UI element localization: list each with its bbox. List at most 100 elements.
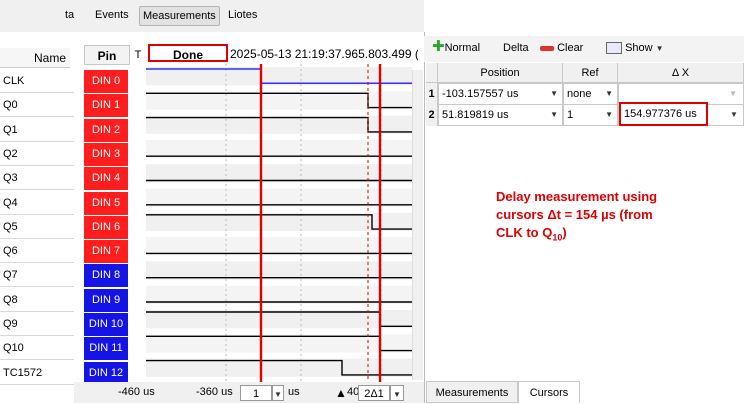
clear-button[interactable]: Clear xyxy=(540,40,583,56)
normal-label: Normal xyxy=(444,42,481,54)
signal-name-cell[interactable]: Q8 xyxy=(0,288,74,312)
zoom-spin-arrow[interactable]: ▼ xyxy=(272,385,284,401)
zoom-spinbox[interactable]: 1 xyxy=(240,385,272,401)
pin-cell[interactable]: DIN 6 xyxy=(84,216,128,239)
row-number: 2 xyxy=(426,104,438,126)
annotation-text: CLK to Q xyxy=(496,225,553,240)
ref-column-header[interactable]: Ref xyxy=(563,63,618,83)
pin-cell[interactable]: DIN 10 xyxy=(84,313,128,336)
signal-name-cell[interactable]: CLK xyxy=(0,69,74,93)
minus-icon xyxy=(540,45,554,51)
annotation-line-1: Delay measurement using xyxy=(496,189,658,204)
cursor-ref-select[interactable]: none ▼ xyxy=(563,83,618,105)
delay-annotation: Delay measurement using cursors Δt = 154… xyxy=(496,188,726,247)
tab-cursors[interactable]: Cursors xyxy=(518,381,580,403)
chevron-down-icon[interactable]: ▼ xyxy=(550,84,558,104)
annotation-text: ) xyxy=(562,225,567,240)
waveform-row-bg xyxy=(146,139,412,159)
signal-name-cell[interactable]: Q0 xyxy=(0,93,74,117)
cursor-position-value: -103.157557 us xyxy=(442,88,519,100)
chevron-down-icon: ▼ xyxy=(393,390,401,399)
tab-events[interactable]: Events xyxy=(92,6,132,24)
waveform-vertical-scrollbar[interactable] xyxy=(412,70,423,380)
chevron-down-icon[interactable]: ▼ xyxy=(730,110,738,119)
annotation-line-2: cursors Δt = 154 µs (from xyxy=(496,206,726,224)
show-label: Show xyxy=(625,42,653,54)
chevron-down-icon[interactable]: ▼ xyxy=(550,105,558,125)
chevron-down-icon: ▼ xyxy=(274,390,282,399)
delta-selector-arrow[interactable]: ▼ xyxy=(390,385,404,401)
waveform-area[interactable] xyxy=(146,64,412,382)
signal-name-cell[interactable]: Q4 xyxy=(0,191,74,215)
capture-timestamp: 2025-05-13 21:19:37.965.803.499 ( xyxy=(230,45,418,63)
cursor-ref-value: none xyxy=(567,88,592,100)
scale-label-mid: -360 us xyxy=(196,386,233,398)
pin-cell[interactable]: DIN 3 xyxy=(84,143,128,166)
cursor-position-field[interactable]: 51.819819 us ▼ xyxy=(438,104,563,126)
t-column-header[interactable]: T xyxy=(130,45,146,65)
pin-cell[interactable]: DIN 5 xyxy=(84,192,128,215)
annotation-subscript: 10 xyxy=(552,232,563,243)
scale-label-left: -460 us xyxy=(118,386,155,398)
signal-name-cell[interactable]: TC1572 xyxy=(0,361,74,385)
tab-data[interactable]: ta xyxy=(62,6,77,24)
waveform-row-bg xyxy=(146,310,412,329)
chevron-down-icon: ▼ xyxy=(655,44,664,53)
waveform-row-bg xyxy=(146,164,412,183)
pin-cell[interactable]: DIN 0 xyxy=(84,70,128,93)
cursor-position-field[interactable]: -103.157557 us ▼ xyxy=(438,83,563,105)
pin-cell[interactable]: DIN 8 xyxy=(84,264,128,287)
cursor-position-value: 51.819819 us xyxy=(442,109,509,121)
pin-cell[interactable]: DIN 7 xyxy=(84,240,128,263)
waveform-row-bg xyxy=(146,334,412,353)
normal-button[interactable]: ✚Normal xyxy=(432,38,481,56)
annotation-line-3: CLK to Q10) xyxy=(496,224,726,247)
signal-name-cell[interactable]: Q2 xyxy=(0,142,74,166)
waveform-row-bg xyxy=(146,358,412,377)
tab-measurements-bottom[interactable]: Measurements xyxy=(426,381,518,403)
show-button[interactable]: Show ▼ xyxy=(606,40,664,56)
annotation-delta: Δt = 154 µs (from xyxy=(547,207,653,222)
clear-label: Clear xyxy=(557,42,584,54)
signal-name-cell[interactable]: Q9 xyxy=(0,312,74,336)
chevron-down-icon[interactable]: ▼ xyxy=(605,105,613,125)
name-column-header[interactable]: Name xyxy=(0,48,70,68)
dx-column-header[interactable]: Δ X xyxy=(618,63,744,83)
signal-name-cell[interactable]: Q1 xyxy=(0,118,74,142)
row-number-header xyxy=(426,63,438,83)
capture-status: Done xyxy=(148,44,228,62)
pin-cell[interactable]: DIN 2 xyxy=(84,119,128,142)
signal-name-cell[interactable]: Q10 xyxy=(0,336,74,360)
chevron-down-icon: ▼ xyxy=(729,89,737,98)
waveform-row-bg xyxy=(146,91,412,110)
annotation-text: cursors xyxy=(496,207,548,222)
pin-column-header[interactable]: Pin xyxy=(84,45,130,65)
tab-liotes[interactable]: Liotes xyxy=(225,6,260,24)
cursor-ref-value: 1 xyxy=(567,109,574,121)
signal-name-cell[interactable]: Q6 xyxy=(0,239,74,263)
waveform-row-bg xyxy=(146,237,412,256)
window-icon xyxy=(606,42,622,55)
waveform-row-bg xyxy=(146,285,412,304)
delta-button[interactable]: Delta xyxy=(503,40,529,56)
cursor-ref-select[interactable]: 1 ▼ xyxy=(563,104,618,126)
delta-selector[interactable]: 2Δ1 xyxy=(358,385,390,401)
plus-icon: ✚ xyxy=(432,38,445,55)
waveform-row-bg xyxy=(146,261,412,280)
pin-cell[interactable]: DIN 11 xyxy=(84,337,128,360)
signal-name-cell[interactable]: Q3 xyxy=(0,166,74,190)
pin-cell[interactable]: DIN 4 xyxy=(84,167,128,190)
pointer-up-icon: ▲ xyxy=(335,386,347,400)
waveform-row-bg xyxy=(146,188,412,207)
position-column-header[interactable]: Position xyxy=(438,63,563,83)
signal-name-cell[interactable]: Q5 xyxy=(0,215,74,239)
cursor-dx-value-highlight: 154.977376 us xyxy=(619,102,708,126)
row-number: 1 xyxy=(426,83,438,105)
waveform-row-bg xyxy=(146,115,412,134)
zoom-unit: us xyxy=(288,386,300,398)
pin-cell[interactable]: DIN 9 xyxy=(84,289,128,312)
signal-name-cell[interactable]: Q7 xyxy=(0,263,74,287)
pin-cell[interactable]: DIN 1 xyxy=(84,94,128,117)
tab-measurements[interactable]: Measurements xyxy=(139,6,220,26)
chevron-down-icon[interactable]: ▼ xyxy=(605,84,613,104)
